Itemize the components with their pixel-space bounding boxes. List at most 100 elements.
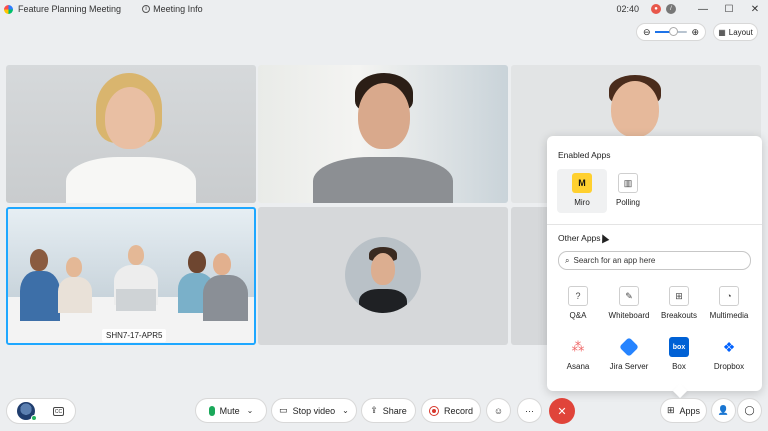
record-button[interactable]: Record (421, 398, 481, 423)
end-meeting-button[interactable]: ✕ (549, 398, 575, 424)
more-options-button[interactable]: ··· (517, 398, 542, 423)
zoom-slider-knob[interactable] (669, 27, 679, 36)
captions-icon[interactable]: CC (53, 407, 64, 416)
app-asana[interactable]: ⁂ Asana (553, 337, 603, 381)
other-apps-title: Other Apps (558, 233, 601, 243)
app-jira-server-label: Jira Server (609, 362, 649, 371)
app-whiteboard[interactable]: ✎ Whiteboard (604, 286, 654, 330)
zoom-control[interactable]: ⊖ ⊕ (636, 23, 706, 41)
participant-face (30, 249, 48, 271)
tile-name-label: SHN7-17-APR5 (102, 329, 167, 342)
apps-panel: Enabled Apps M Miro ▥ Polling Other Apps… (547, 136, 762, 391)
stop-video-label: Stop video (292, 405, 336, 416)
settings-icon[interactable]: / (666, 4, 676, 14)
chevron-down-icon[interactable]: ⌄ (342, 406, 349, 415)
apps-grid-icon: ⊞ (666, 405, 675, 415)
participant-face (66, 257, 82, 277)
share-button[interactable]: ⇪ Share (361, 398, 416, 423)
participant-face (358, 83, 410, 149)
meeting-title: Feature Planning Meeting (18, 4, 122, 14)
chat-button[interactable]: ◯ (737, 398, 762, 423)
close-icon: ✕ (557, 405, 567, 418)
participant-face (105, 87, 155, 149)
video-tile-participant-2[interactable] (258, 65, 508, 203)
share-icon: ⇪ (370, 405, 378, 415)
qa-icon: ? (568, 286, 588, 306)
app-dropbox-label: Dropbox (713, 362, 745, 371)
zoom-slider[interactable] (654, 27, 688, 36)
app-miro-label: Miro (574, 198, 590, 207)
self-view-control[interactable]: CC (6, 398, 76, 424)
participant-body (20, 271, 60, 321)
video-tile-participant-1[interactable] (6, 65, 256, 203)
search-icon: ⌕ (565, 255, 570, 265)
minimize-button[interactable]: — (690, 0, 716, 18)
app-breakouts[interactable]: ⊞ Breakouts (654, 286, 704, 330)
app-qa[interactable]: ? Q&A (553, 286, 603, 330)
breakouts-icon: ⊞ (669, 286, 689, 306)
video-tile-participant-5[interactable] (258, 207, 508, 345)
app-polling-label: Polling (615, 198, 640, 207)
zoom-out-icon[interactable]: ⊖ (643, 27, 651, 38)
layout-button[interactable]: ▦ Layout (713, 23, 758, 41)
layout-grid-icon: ▦ (718, 27, 726, 37)
person-icon: 👤 (717, 405, 730, 415)
mute-button[interactable]: Mute ⌄ (195, 398, 267, 423)
share-label: Share (382, 405, 407, 416)
pencil-icon: ✎ (619, 286, 639, 306)
participants-button[interactable]: 👤 (711, 398, 736, 423)
app-qa-label: Q&A (569, 311, 587, 320)
dropbox-icon: ❖ (722, 338, 736, 355)
app-polling[interactable]: ▥ Polling (603, 173, 653, 217)
app-box[interactable]: box Box (654, 337, 704, 381)
app-multimedia[interactable]: ◔ Multimedia (704, 286, 754, 330)
app-box-label: Box (672, 362, 686, 371)
video-camera-icon: ▭ (279, 405, 288, 415)
stop-video-button[interactable]: ▭ Stop video ⌄ (271, 398, 357, 423)
participant-body (66, 157, 196, 203)
app-breakouts-label: Breakouts (660, 311, 698, 320)
emoji-icon: ☺ (493, 405, 504, 416)
app-search-input[interactable]: ⌕ Search for an app here (558, 251, 751, 270)
enabled-apps-title: Enabled Apps (558, 150, 611, 160)
info-icon: i (142, 5, 151, 13)
participant-face (188, 251, 206, 273)
presence-status-icon (31, 415, 37, 421)
app-multimedia-label: Multimedia (709, 311, 749, 320)
miro-icon: M (572, 173, 592, 193)
mute-label: Mute (219, 405, 240, 416)
polling-icon: ▥ (618, 173, 638, 193)
jira-icon (619, 337, 639, 357)
app-whiteboard-label: Whiteboard (608, 311, 650, 320)
participant-body (359, 289, 407, 313)
participant-face (371, 253, 395, 285)
zoom-in-icon[interactable]: ⊕ (691, 27, 699, 38)
apps-button[interactable]: ⊞ Apps (660, 398, 707, 423)
multimedia-icon: ◔ (719, 286, 739, 306)
laptop (116, 289, 156, 311)
apps-label: Apps (679, 405, 701, 416)
video-tile-room[interactable]: SHN7-17-APR5 (6, 207, 256, 345)
participant-avatar (345, 237, 421, 313)
record-label: Record (443, 405, 473, 416)
close-window-button[interactable]: ✕ (742, 0, 768, 18)
chevron-down-icon[interactable]: ⌄ (247, 406, 254, 415)
participant-body (58, 277, 92, 313)
title-bar: Feature Planning Meeting i Meeting Info … (0, 0, 768, 18)
more-icon: ··· (525, 405, 534, 416)
participant-body (203, 275, 248, 321)
app-miro[interactable]: M Miro (557, 169, 610, 244)
participant-body (313, 157, 453, 203)
app-jira-server[interactable]: Jira Server (604, 337, 654, 381)
app-logo (4, 4, 13, 14)
chat-bubble-icon: ◯ (744, 405, 755, 415)
maximize-button[interactable]: ☐ (716, 0, 742, 18)
reactions-button[interactable]: ☺ (486, 398, 511, 423)
app-dropbox[interactable]: ❖ Dropbox (704, 337, 754, 381)
box-icon: box (669, 337, 689, 357)
recording-indicator-icon[interactable]: ● (651, 4, 661, 14)
meeting-info-button[interactable]: i Meeting Info (142, 4, 203, 14)
app-search-placeholder: Search for an app here (573, 256, 656, 265)
participant-face (611, 81, 659, 137)
participant-face (128, 245, 144, 265)
